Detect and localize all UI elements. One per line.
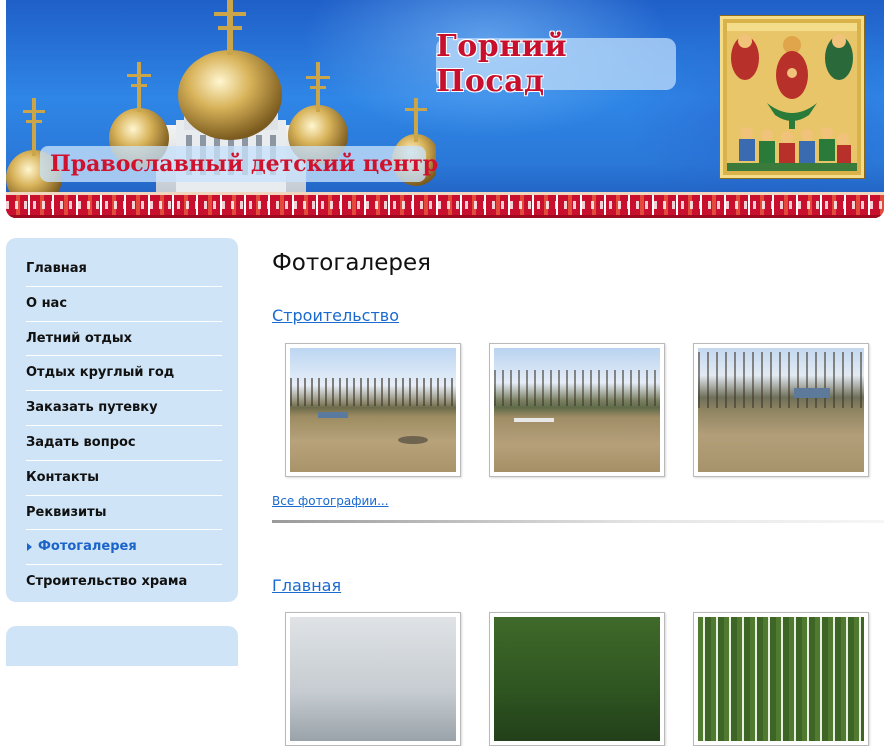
sidebar-item-order-voucher[interactable]: Заказать путевку: [26, 391, 222, 426]
gallery-thumbnail[interactable]: [693, 343, 869, 477]
photo-forest: [494, 617, 660, 741]
sidebar-item-gallery[interactable]: Фотогалерея: [26, 530, 222, 566]
section-link-construction[interactable]: Строительство: [272, 306, 399, 325]
page-title: Фотогалерея: [272, 250, 431, 276]
photo-field-3: [698, 348, 864, 472]
slogan-text: Православный детский центр: [50, 151, 439, 177]
sidebar-item-church-construction[interactable]: Строительство храма: [26, 565, 222, 599]
section-divider: [272, 520, 884, 523]
section-link-main[interactable]: Главная: [272, 576, 341, 595]
sidebar-item-summer[interactable]: Летний отдых: [26, 322, 222, 357]
site-slogan: Православный детский центр: [40, 146, 438, 182]
sidebar-item-contacts[interactable]: Контакты: [26, 461, 222, 496]
ornament-border: [6, 192, 884, 218]
sidebar-item-year-round[interactable]: Отдых круглый год: [26, 356, 222, 392]
sidebar-item-ask-question[interactable]: Задать вопрос: [26, 426, 222, 461]
sidebar-item-home[interactable]: Главная: [26, 252, 222, 287]
gallery-thumbnail[interactable]: [693, 612, 869, 746]
sidebar-secondary-box: [6, 626, 238, 666]
icon-painting: [727, 23, 857, 171]
gallery-thumbnail[interactable]: [489, 343, 665, 477]
photo-field-1: [290, 348, 456, 472]
gallery-thumbnail[interactable]: [285, 612, 461, 746]
site-logo[interactable]: Горний Посад: [436, 29, 676, 99]
photo-field-2: [494, 348, 660, 472]
photo-trees: [698, 617, 864, 741]
sidebar-item-about[interactable]: О нас: [26, 287, 222, 322]
gallery-thumbnail[interactable]: [285, 343, 461, 477]
photo-winter: [290, 617, 456, 741]
gallery-thumbnail[interactable]: [489, 612, 665, 746]
all-photos-link[interactable]: Все фотографии...: [272, 494, 389, 508]
site-header: Горний Посад Православный детский центр: [6, 0, 884, 218]
logo-text: Горний Посад: [436, 29, 568, 99]
sidebar-menu: Главная О нас Летний отдых Отдых круглый…: [6, 238, 238, 602]
sidebar-item-requisites[interactable]: Реквизиты: [26, 496, 222, 531]
menu-list: Главная О нас Летний отдых Отдых круглый…: [6, 238, 238, 599]
icon-image: [720, 16, 864, 178]
